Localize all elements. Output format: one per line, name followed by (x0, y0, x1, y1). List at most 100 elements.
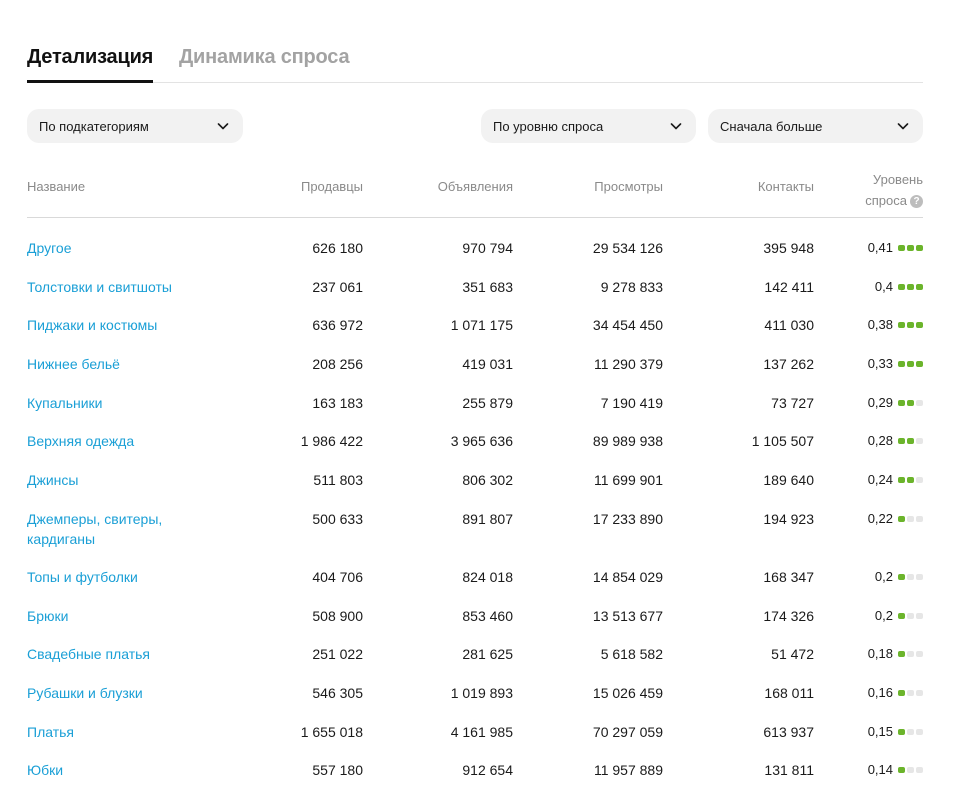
ads-value: 4 161 985 (450, 723, 513, 740)
column-header-contacts[interactable]: Контакты (758, 179, 814, 194)
ads-value: 281 625 (462, 646, 513, 663)
tab-demand-dynamics[interactable]: Динамика спроса (179, 46, 350, 69)
sellers-value: 508 900 (312, 607, 363, 624)
column-header-ads[interactable]: Объявления (438, 179, 513, 194)
column-header-views[interactable]: Просмотры (594, 179, 663, 194)
demand-level-segment (898, 283, 905, 290)
category-filter-value: По подкатегориям (39, 118, 149, 134)
views-value: 5 618 582 (600, 646, 663, 663)
views-value: 9 278 833 (600, 278, 663, 295)
table-row: Толстовки и свитшоты 237 061 351 683 9 278 … (27, 267, 923, 306)
demand-level-segment (898, 573, 905, 580)
subcategory-link[interactable]: Рубашки и блузки (27, 683, 217, 703)
table-row: Джемперы, свитеры, кардиганы 500 633 891 8… (27, 499, 923, 557)
views-value: 17 233 890 (592, 510, 663, 527)
sellers-value: 511 803 (313, 472, 363, 489)
demand-level-cell: 0,24 (868, 470, 923, 490)
demand-level-indicator (898, 361, 923, 368)
demand-level-cell: 0,14 (868, 760, 923, 780)
subcategory-link[interactable]: Толстовки и свитшоты (27, 277, 217, 297)
demand-level-cell: 0,2 (875, 606, 923, 626)
demand-level-value: 0,4 (874, 278, 893, 294)
demand-level-segment (907, 612, 914, 619)
demand-level-segment (898, 651, 905, 658)
subcategory-link[interactable]: Джинсы (27, 470, 217, 490)
demand-level-segment (916, 651, 923, 658)
demand-level-indicator (898, 438, 923, 445)
views-value: 11 957 889 (593, 762, 663, 779)
table-row: Юбки 557 180 912 654 11 957 889 131 811 0,14 (27, 750, 923, 789)
sellers-value: 557 180 (312, 762, 363, 779)
subcategory-link[interactable]: Топы и футболки (27, 567, 217, 587)
contacts-value: 1 105 507 (751, 433, 814, 450)
chevron-down-icon (670, 123, 682, 130)
demand-level-segment (916, 689, 923, 696)
sort-order-dropdown[interactable]: Сначала больше (708, 109, 923, 143)
subcategory-link[interactable]: Свадебные платья (27, 644, 217, 664)
contacts-value: 142 411 (764, 278, 814, 295)
demand-level-value: 0,33 (867, 356, 893, 372)
subcategory-link[interactable]: Юбки (27, 760, 217, 780)
demand-level-cell: 0,16 (868, 683, 923, 703)
subcategory-link[interactable]: Брюки (27, 606, 217, 626)
sellers-value: 1 986 422 (300, 433, 363, 450)
contacts-value: 51 472 (771, 646, 814, 663)
ads-value: 351 683 (462, 278, 513, 295)
subcategory-link[interactable]: Купальники (27, 393, 217, 413)
subcategory-link[interactable]: Платья (27, 722, 217, 742)
subcategory-link[interactable]: Джемперы, свитеры, кардиганы (27, 509, 217, 549)
demand-level-indicator (898, 399, 923, 406)
sort-by-dropdown[interactable]: По уровню спроса (481, 109, 696, 143)
ads-value: 891 807 (462, 510, 513, 527)
demand-level-segment (907, 322, 914, 329)
demand-level-segment (907, 767, 914, 774)
demand-level-indicator (898, 283, 923, 290)
column-header-name[interactable]: Название (27, 179, 85, 194)
contacts-value: 189 640 (763, 472, 814, 489)
sellers-value: 208 256 (312, 356, 363, 373)
subcategory-link[interactable]: Нижнее бельё (27, 354, 217, 374)
demand-level-segment (907, 283, 914, 290)
demand-level-segment (907, 689, 914, 696)
demand-level-value: 0,22 (867, 510, 893, 526)
subcategory-link[interactable]: Другое (27, 238, 217, 258)
table-row: Брюки 508 900 853 460 13 513 677 174 326 0,2 (27, 596, 923, 635)
column-header-sellers[interactable]: Продавцы (301, 179, 363, 194)
ads-value: 970 794 (462, 240, 513, 256)
demand-level-segment (907, 245, 914, 251)
table-row: Платья 1 655 018 4 161 985 70 297 059 613 93… (27, 712, 923, 751)
demand-level-cell: 0,18 (868, 644, 923, 664)
demand-level-segment (907, 399, 914, 406)
demand-level-segment (916, 477, 923, 484)
views-value: 29 534 126 (592, 240, 663, 256)
demand-level-value: 0,2 (874, 568, 893, 584)
question-circle-icon[interactable]: ? (910, 195, 923, 209)
subcategory-link[interactable]: Верхняя одежда (27, 431, 217, 451)
table-row: Рубашки и блузки 546 305 1 019 893 15 026 4… (27, 673, 923, 712)
sort-by-value: По уровню спроса (493, 118, 604, 134)
sellers-value: 626 180 (312, 240, 363, 256)
demand-level-cell: 0,15 (868, 722, 923, 742)
demand-level-segment (898, 612, 905, 619)
contacts-value: 174 326 (763, 607, 814, 624)
ads-value: 1 019 893 (450, 684, 513, 701)
demand-level-indicator (898, 573, 923, 580)
contacts-value: 168 011 (764, 684, 814, 701)
demand-level-indicator (898, 651, 923, 658)
demand-level-segment (898, 438, 905, 445)
table-row: Нижнее бельё 208 256 419 031 11 290 379 137 … (27, 344, 923, 383)
views-value: 14 854 029 (592, 568, 663, 585)
views-value: 70 297 059 (592, 723, 663, 740)
sellers-value: 500 633 (312, 510, 363, 527)
column-header-demand-level[interactable]: Уровень спроса? (865, 169, 923, 211)
category-filter-dropdown[interactable]: По подкатегориям (27, 109, 243, 143)
demand-level-cell: 0,29 (868, 393, 923, 413)
tab-details[interactable]: Детализация (27, 46, 153, 83)
subcategory-link[interactable]: Пиджаки и костюмы (27, 315, 217, 335)
tab-bar: Детализация Динамика спроса (27, 40, 923, 83)
demand-level-cell: 0,41 (868, 238, 923, 258)
demand-level-segment (898, 322, 905, 329)
demand-level-label-line1: Уровень (872, 172, 923, 187)
sellers-value: 404 706 (312, 568, 363, 585)
demand-level-value: 0,14 (867, 762, 893, 778)
